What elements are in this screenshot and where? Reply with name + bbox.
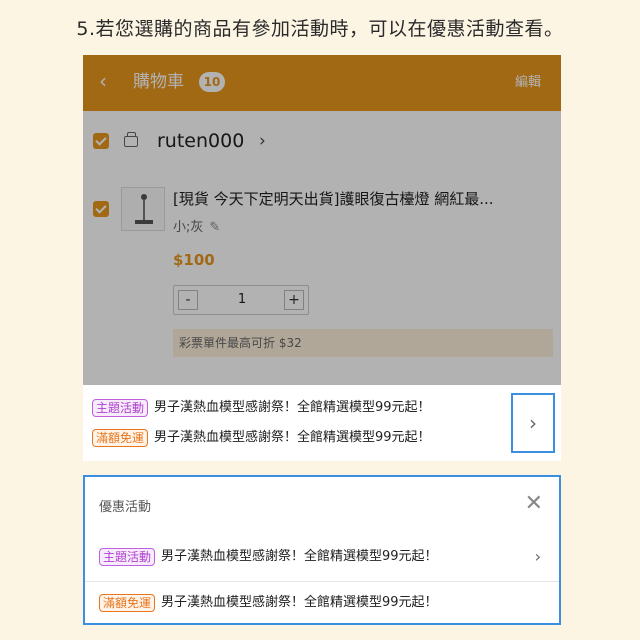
promo-line: 主題活動 男子漢熱血模型感謝祭！全館精選模型99元起！ [92, 397, 431, 419]
free-shipping-tag: 滿額免運 [92, 428, 149, 447]
popup-title: 優惠活動 [99, 500, 152, 515]
promo-text: 男子漢熱血模型感謝祭！全館精選模型99元起！ [161, 595, 438, 610]
promo-line: 滿額免運 男子漢熱血模型感謝祭！全館精選模型99元起！ [92, 427, 431, 449]
promo-expand-button[interactable]: › [511, 393, 555, 453]
close-icon[interactable]: ✕ [525, 491, 543, 517]
phone-screen: ‹ 購物車 10 編輯 ruten000 › [現貨 今天下定明天出貨]護眼復古… [83, 55, 561, 625]
promo-text: 男子漢熱血模型感謝祭！全館精選模型99元起！ [154, 400, 431, 415]
popup-promo-line[interactable]: 滿額免運 男子漢熱血模型感謝祭！全館精選模型99元起！ [99, 591, 438, 615]
promo-strip[interactable]: 主題活動 男子漢熱血模型感謝祭！全館精選模型99元起！ 滿額免運 男子漢熱血模型感謝… [83, 385, 561, 461]
theme-event-tag: 主題活動 [99, 547, 156, 566]
section-gap [83, 461, 561, 475]
divider [85, 581, 559, 582]
instruction-caption: 5.若您選購的商品有參加活動時，可以在優惠活動查看。 [76, 18, 564, 40]
popup-promo-line[interactable]: 主題活動 男子漢熱血模型感謝祭！全館精選模型99元起！ [99, 545, 438, 569]
promo-text: 男子漢熱血模型感謝祭！全館精選模型99元起！ [161, 549, 438, 564]
free-shipping-tag: 滿額免運 [99, 593, 156, 612]
promo-text: 男子漢熱血模型感謝祭！全館精選模型99元起！ [154, 430, 431, 445]
dim-overlay [83, 55, 561, 385]
chevron-right-icon[interactable]: › [535, 545, 541, 569]
promotions-popup: 優惠活動 ✕ 主題活動 男子漢熱血模型感謝祭！全館精選模型99元起！ › 滿額免運… [83, 475, 561, 625]
theme-event-tag: 主題活動 [92, 398, 149, 417]
